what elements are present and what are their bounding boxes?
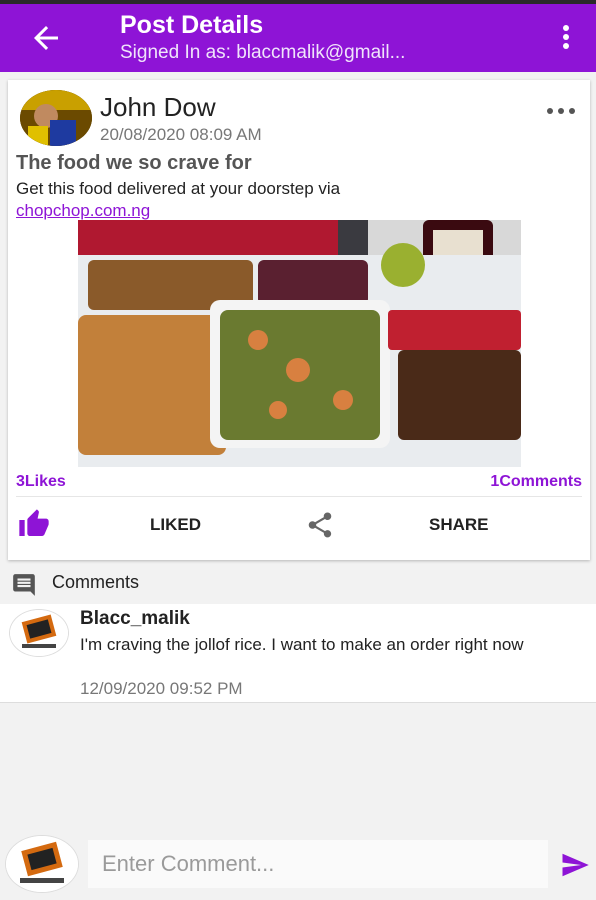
liked-button[interactable]: LIKED [150, 515, 201, 535]
comments-count[interactable]: 1Comments [490, 473, 582, 491]
app-bar-titles: Post Details Signed In as: blaccmalik@gm… [120, 10, 540, 66]
post-body-text: Get this food delivered at your doorstep… [16, 179, 341, 198]
post-image[interactable] [78, 220, 521, 467]
app-bar: Post Details Signed In as: blaccmalik@gm… [0, 0, 596, 72]
send-icon[interactable] [558, 850, 592, 880]
comment-text: I'm craving the jollof rice. I want to m… [80, 635, 524, 654]
post-author[interactable]: John Dow [100, 92, 216, 123]
likes-count[interactable]: 3Likes [16, 473, 66, 491]
status-strip [0, 0, 596, 4]
arrow-left-icon[interactable] [28, 20, 64, 56]
post-body: Get this food delivered at your doorstep… [16, 178, 576, 222]
share-button[interactable]: SHARE [429, 515, 489, 535]
comment-timestamp: 12/09/2020 09:52 PM [80, 679, 243, 698]
post-title: The food we so crave for [16, 152, 252, 174]
comment-composer [0, 830, 596, 900]
share-icon[interactable] [304, 510, 336, 540]
more-horiz-icon[interactable] [546, 106, 576, 116]
thumbs-up-icon[interactable] [16, 508, 52, 540]
user-avatar [6, 836, 78, 892]
commenter-avatar[interactable] [10, 610, 68, 656]
page-title: Post Details [120, 11, 264, 39]
comment-icon [13, 574, 35, 596]
more-vert-icon[interactable] [560, 24, 572, 50]
comment-input[interactable] [88, 840, 548, 888]
post-timestamp: 20/08/2020 08:09 AM [100, 125, 262, 144]
post-card: John Dow 20/08/2020 08:09 AM The food we… [8, 80, 590, 560]
author-avatar[interactable] [20, 90, 92, 146]
comment-author[interactable]: Blacc_malik [80, 608, 190, 630]
post-link[interactable]: chopchop.com.ng [16, 201, 150, 220]
signed-in-subtitle: Signed In as: blaccmalik@gmail... [120, 42, 406, 63]
comment-item: Blacc_malik I'm craving the jollof rice.… [0, 604, 596, 703]
divider [16, 496, 582, 497]
comments-label: Comments [52, 572, 140, 592]
